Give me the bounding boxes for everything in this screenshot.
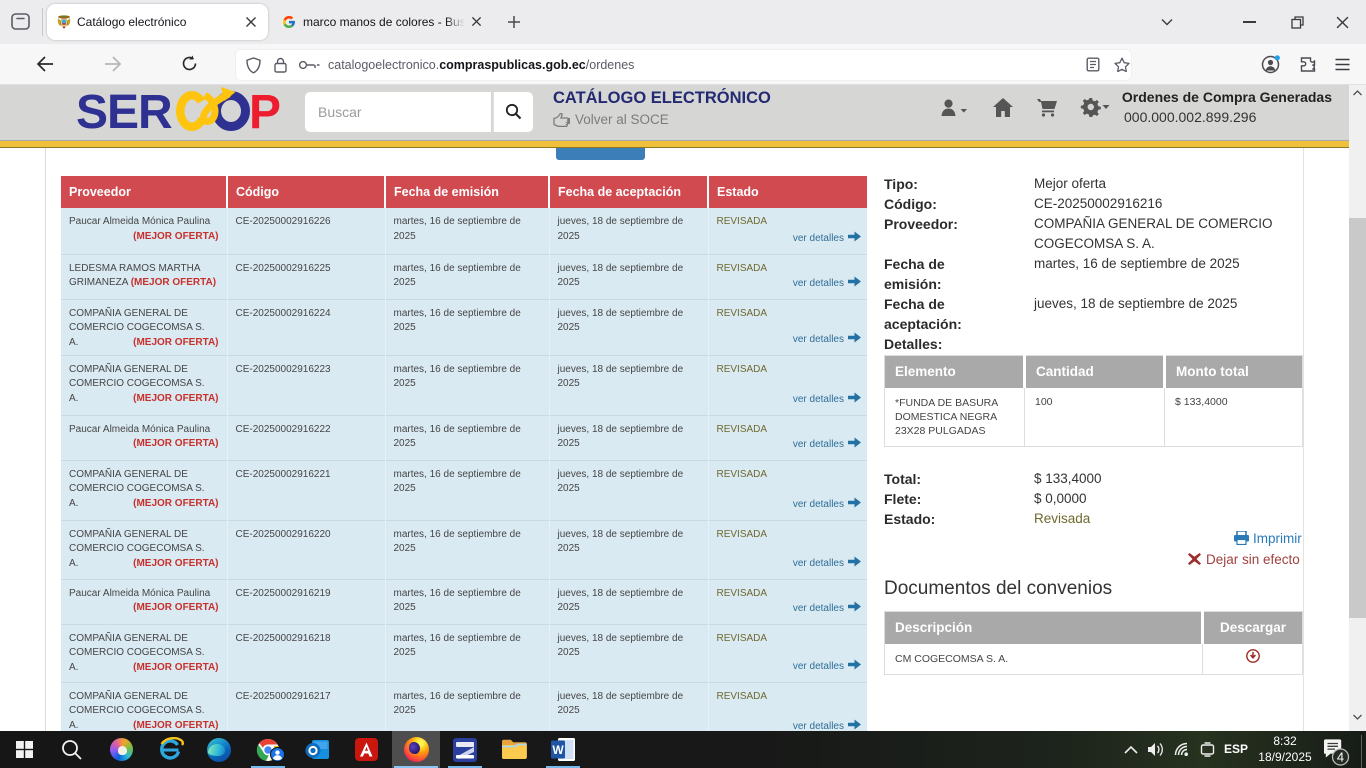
svg-text:SER: SER bbox=[76, 86, 172, 139]
svg-text:4: 4 bbox=[1337, 750, 1344, 765]
svg-text:P: P bbox=[249, 86, 281, 139]
svg-text:W: W bbox=[552, 743, 564, 757]
